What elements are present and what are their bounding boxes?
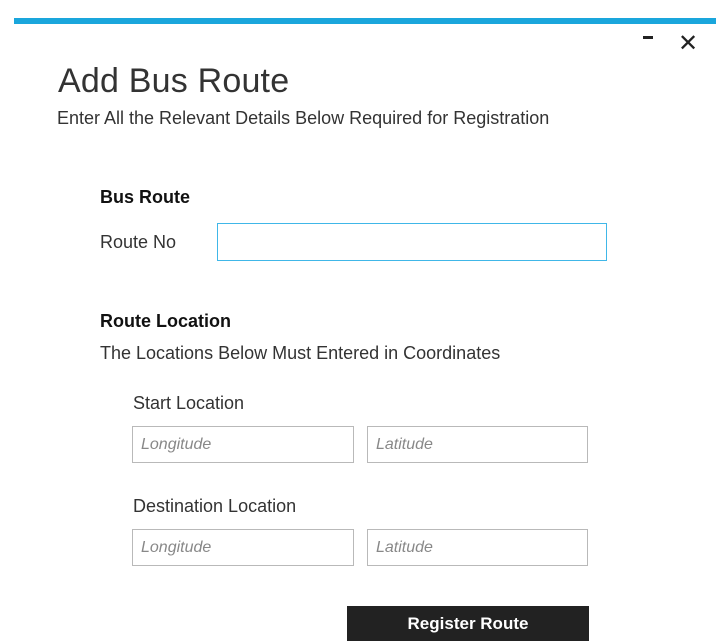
register-route-button[interactable]: Register Route [347, 606, 589, 641]
page-title: Add Bus Route [58, 62, 290, 100]
start-latitude-input[interactable] [367, 426, 588, 463]
route-no-label: Route No [100, 232, 177, 252]
start-longitude-input[interactable] [132, 426, 354, 463]
destination-location-label: Destination Location [133, 496, 297, 516]
route-no-input[interactable] [217, 223, 607, 261]
destination-latitude-input[interactable] [367, 529, 588, 566]
minimize-icon[interactable] [643, 36, 653, 39]
destination-longitude-input[interactable] [132, 529, 354, 566]
bus-route-heading: Bus Route [100, 187, 190, 207]
close-icon[interactable]: ✕ [678, 32, 698, 56]
route-location-description: The Locations Below Must Entered in Coor… [100, 343, 501, 363]
page-subtitle: Enter All the Relevant Details Below Req… [57, 108, 550, 128]
start-location-label: Start Location [133, 393, 245, 413]
window-accent-bar [14, 18, 716, 24]
route-location-heading: Route Location [100, 311, 231, 331]
